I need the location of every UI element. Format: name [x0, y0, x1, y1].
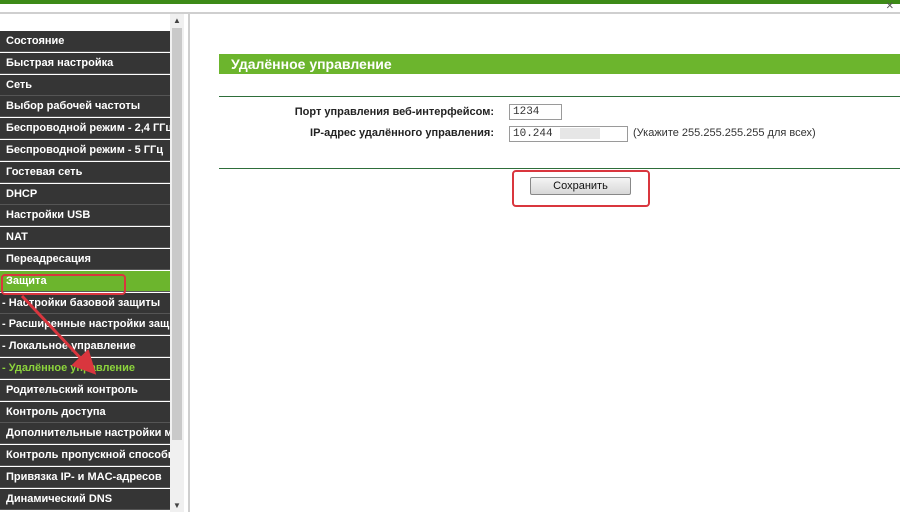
form-top-divider [219, 96, 900, 97]
sidebar-scrollbar-thumb[interactable] [172, 28, 182, 440]
close-icon[interactable]: ✕ [886, 1, 894, 12]
sidebar-item[interactable]: Привязка IP- и MAC-адресов [0, 466, 170, 488]
sidebar-item[interactable]: Родительский контроль [0, 379, 170, 401]
port-input[interactable]: 1234 [509, 104, 562, 120]
sidebar-item[interactable]: Выбор рабочей частоты [0, 96, 170, 118]
ip-redacted-part [560, 128, 600, 139]
port-label: Порт управления веб-интерфейсом: [294, 106, 494, 118]
sidebar-item[interactable]: Беспроводной режим - 2,4 ГГц [0, 118, 170, 140]
top-banner: ✕ [0, 0, 900, 14]
sidebar-item[interactable]: Контроль доступа [0, 401, 170, 423]
sidebar-item[interactable]: NAT [0, 227, 170, 249]
sidebar-item[interactable]: Переадресация [0, 248, 170, 270]
sidebar-item[interactable]: Динамический DNS [0, 488, 170, 510]
sidebar-divider [188, 14, 190, 512]
sidebar-item[interactable]: Беспроводной режим - 5 ГГц [0, 139, 170, 161]
form-bottom-divider [219, 168, 900, 169]
ip-label: IP-адрес удалённого управления: [310, 127, 494, 139]
sidebar-item[interactable]: Быстрая настройка [0, 52, 170, 74]
sidebar-item[interactable]: - Настройки базовой защиты [0, 292, 170, 314]
sidebar-item[interactable]: Контроль пропускной способности [0, 445, 170, 467]
protection-highlight [1, 274, 126, 295]
scroll-up-icon[interactable]: ▲ [170, 14, 184, 27]
sidebar-menu: Состояние Быстрая настройка Сеть Выбор рабо… [0, 31, 170, 511]
save-button-highlight [512, 170, 650, 207]
sidebar-item[interactable]: - Удалённое управление [0, 357, 170, 379]
sidebar-item[interactable]: DHCP [0, 183, 170, 205]
sidebar-item[interactable]: Дополнительные настройки маршрутизации [0, 423, 170, 445]
sidebar-item[interactable]: - Расширенные настройки защиты [0, 314, 170, 336]
sidebar-item[interactable]: Сеть [0, 74, 170, 96]
scroll-down-icon[interactable]: ▼ [170, 499, 184, 512]
page-title: Удалённое управление [219, 54, 900, 74]
sidebar-item[interactable]: Состояние [0, 31, 170, 52]
sidebar-item[interactable]: - Локальное управление [0, 336, 170, 358]
sidebar: Состояние Быстрая настройка Сеть Выбор рабо… [0, 14, 188, 512]
sidebar-item[interactable]: Настройки USB [0, 205, 170, 227]
sidebar-item[interactable]: Гостевая сеть [0, 161, 170, 183]
ip-hint: (Укажите 255.255.255.255 для всех) [633, 127, 816, 139]
